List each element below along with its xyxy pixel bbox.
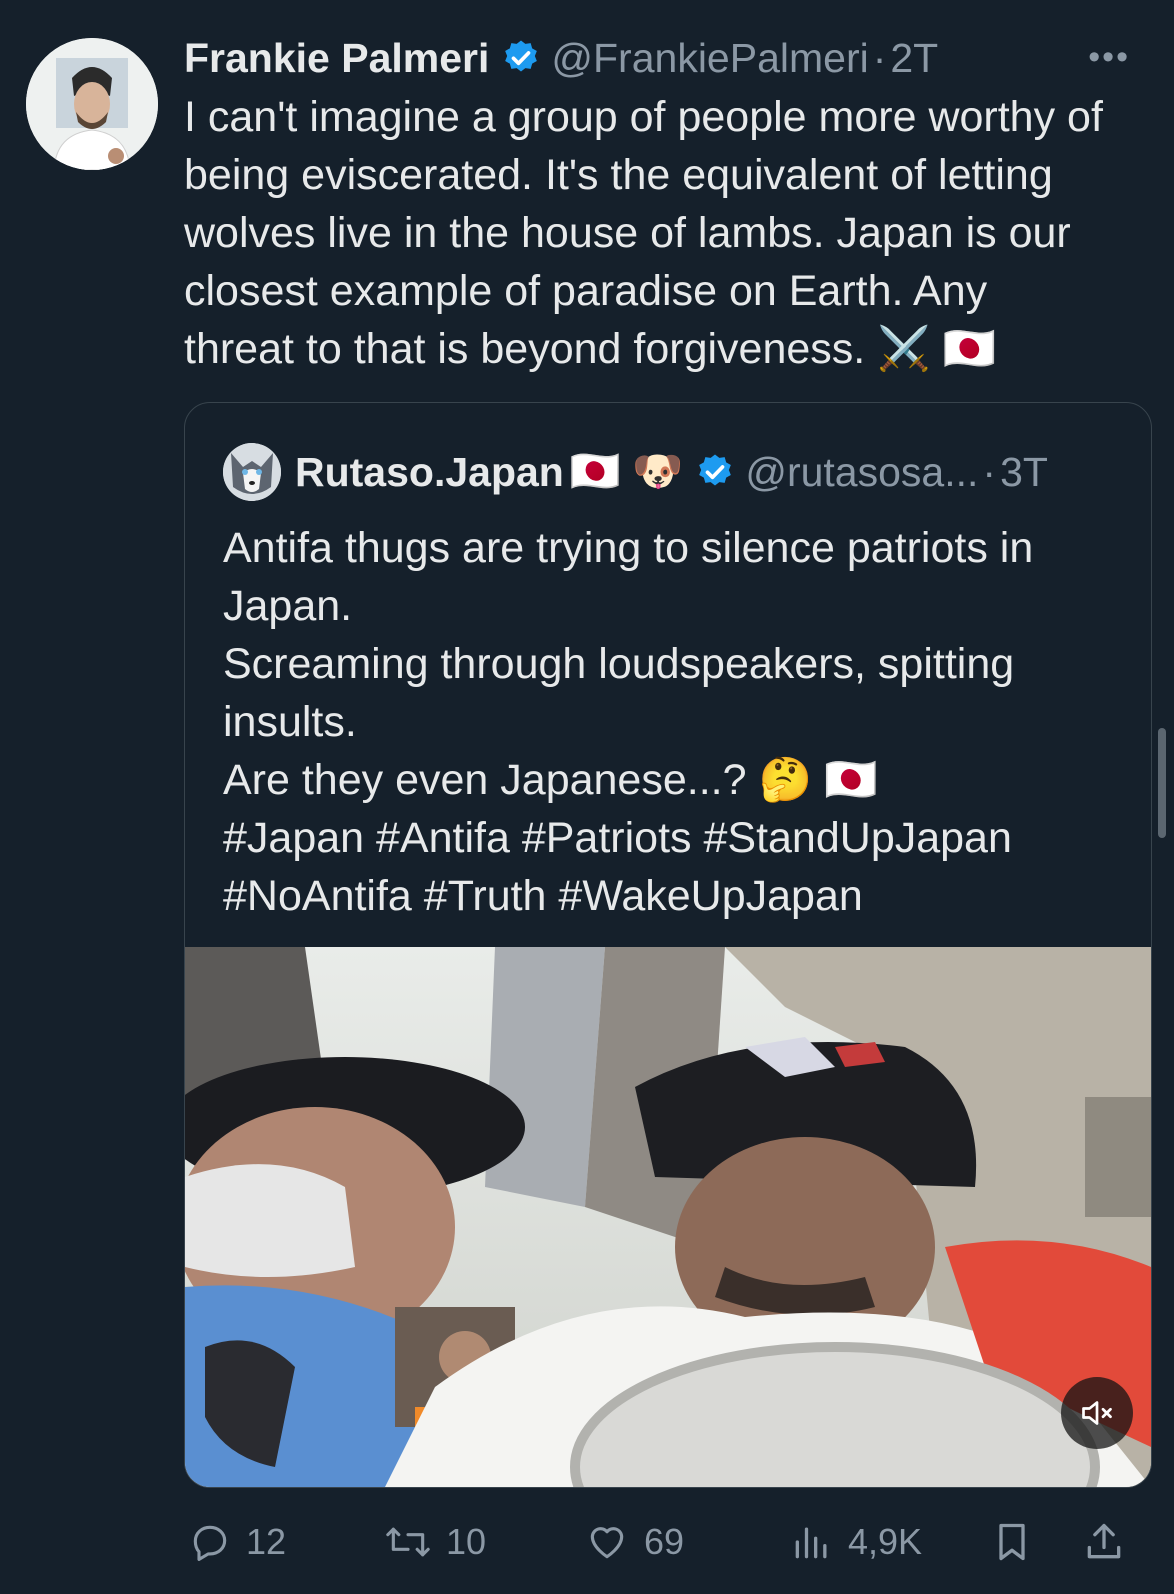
heart-icon [590,1527,624,1559]
quoted-tweet-time[interactable]: 3T [1000,449,1048,496]
author-avatar[interactable] [26,38,158,170]
author-handle[interactable]: @FrankiePalmeri [551,35,868,82]
tweet-text-line: threat to that is beyond forgiveness. [184,325,878,373]
like-count: 69 [644,1521,685,1562]
more-options-icon[interactable]: ••• [1088,38,1130,77]
share-icon [1087,1523,1121,1559]
verified-badge-icon[interactable] [695,452,735,492]
tweet-actions: 12 10 69 4,9K [188,1510,1154,1574]
verified-badge-icon[interactable] [501,38,541,78]
tweet-text-line: wolves live in the house of lambs. Japan… [184,209,1071,257]
bookmark-icon [999,1523,1025,1561]
hashtag-line[interactable]: #NoAntifa #Truth #WakeUpJapan [223,867,1123,925]
tweet-text-line: being eviscerated. It's the equivalent o… [184,151,1053,199]
quoted-tweet-header: Rutaso.Japan 🇯🇵 🐶 @rutasosa... · 3T [223,441,1048,503]
views-icon [795,1527,827,1559]
tweet-text-line: I can't imagine a group of people more w… [184,93,1103,141]
quoted-author-avatar[interactable] [223,443,281,501]
tweet-text-line-last: threat to that is beyond forgiveness. ⚔️… [184,320,1144,378]
tweet-text: I can't imagine a group of people more w… [184,88,1144,378]
quoted-name-emojis: 🇯🇵 🐶 [569,448,684,494]
bookmark-button[interactable] [990,1510,1048,1574]
tweet-emojis: ⚔️ 🇯🇵 [877,325,997,373]
share-button[interactable] [1082,1510,1140,1574]
reply-count: 12 [246,1521,287,1562]
reply-icon [193,1525,227,1561]
scrollbar[interactable] [1158,728,1166,838]
author-name[interactable]: Frankie Palmeri [184,35,489,82]
tweet-time[interactable]: 2T [890,35,938,82]
muted-speaker-icon [1082,1401,1112,1425]
views-button[interactable]: 4,9K [790,1510,922,1574]
quoted-text-line: insults. [223,698,357,746]
quoted-tweet-text: Antifa thugs are trying to silence patri… [223,519,1123,925]
reply-button[interactable]: 12 [188,1510,286,1574]
video-frame [185,947,1151,1487]
hashtag-line[interactable]: #Japan #Antifa #Patriots #StandUpJapan [223,809,1123,867]
repost-count: 10 [446,1521,487,1562]
quoted-text-line: Screaming through loudspeakers, spitting [223,640,1015,688]
quoted-text-line: Are they even Japanese...? [223,756,759,804]
repost-icon [386,1527,430,1557]
tweet-text-line: closest example of paradise on Earth. An… [184,267,988,315]
repost-button[interactable]: 10 [384,1510,486,1574]
quoted-text-line: Japan. [223,582,353,630]
quoted-author-name[interactable]: Rutaso.Japan [295,449,564,496]
views-count: 4,9K [848,1521,923,1562]
quoted-author-handle[interactable]: @rutasosa... [745,449,978,496]
time-separator: · [982,448,997,495]
quoted-text-line: Antifa thugs are trying to silence patri… [223,524,1034,572]
quoted-text-line-emoji: Are they even Japanese...? 🤔 🇯🇵 [223,751,1123,809]
mute-toggle-button[interactable] [1061,1377,1133,1449]
quoted-tweet[interactable]: Rutaso.Japan 🇯🇵 🐶 @rutasosa... · 3T Anti… [184,402,1152,1488]
quoted-line-emojis: 🤔 🇯🇵 [758,756,878,804]
tweet-header: Frankie Palmeri @FrankiePalmeri · 2T ••• [184,28,1134,88]
like-button[interactable]: 69 [584,1510,684,1574]
quoted-video[interactable] [185,947,1151,1487]
time-separator: · [872,34,887,81]
